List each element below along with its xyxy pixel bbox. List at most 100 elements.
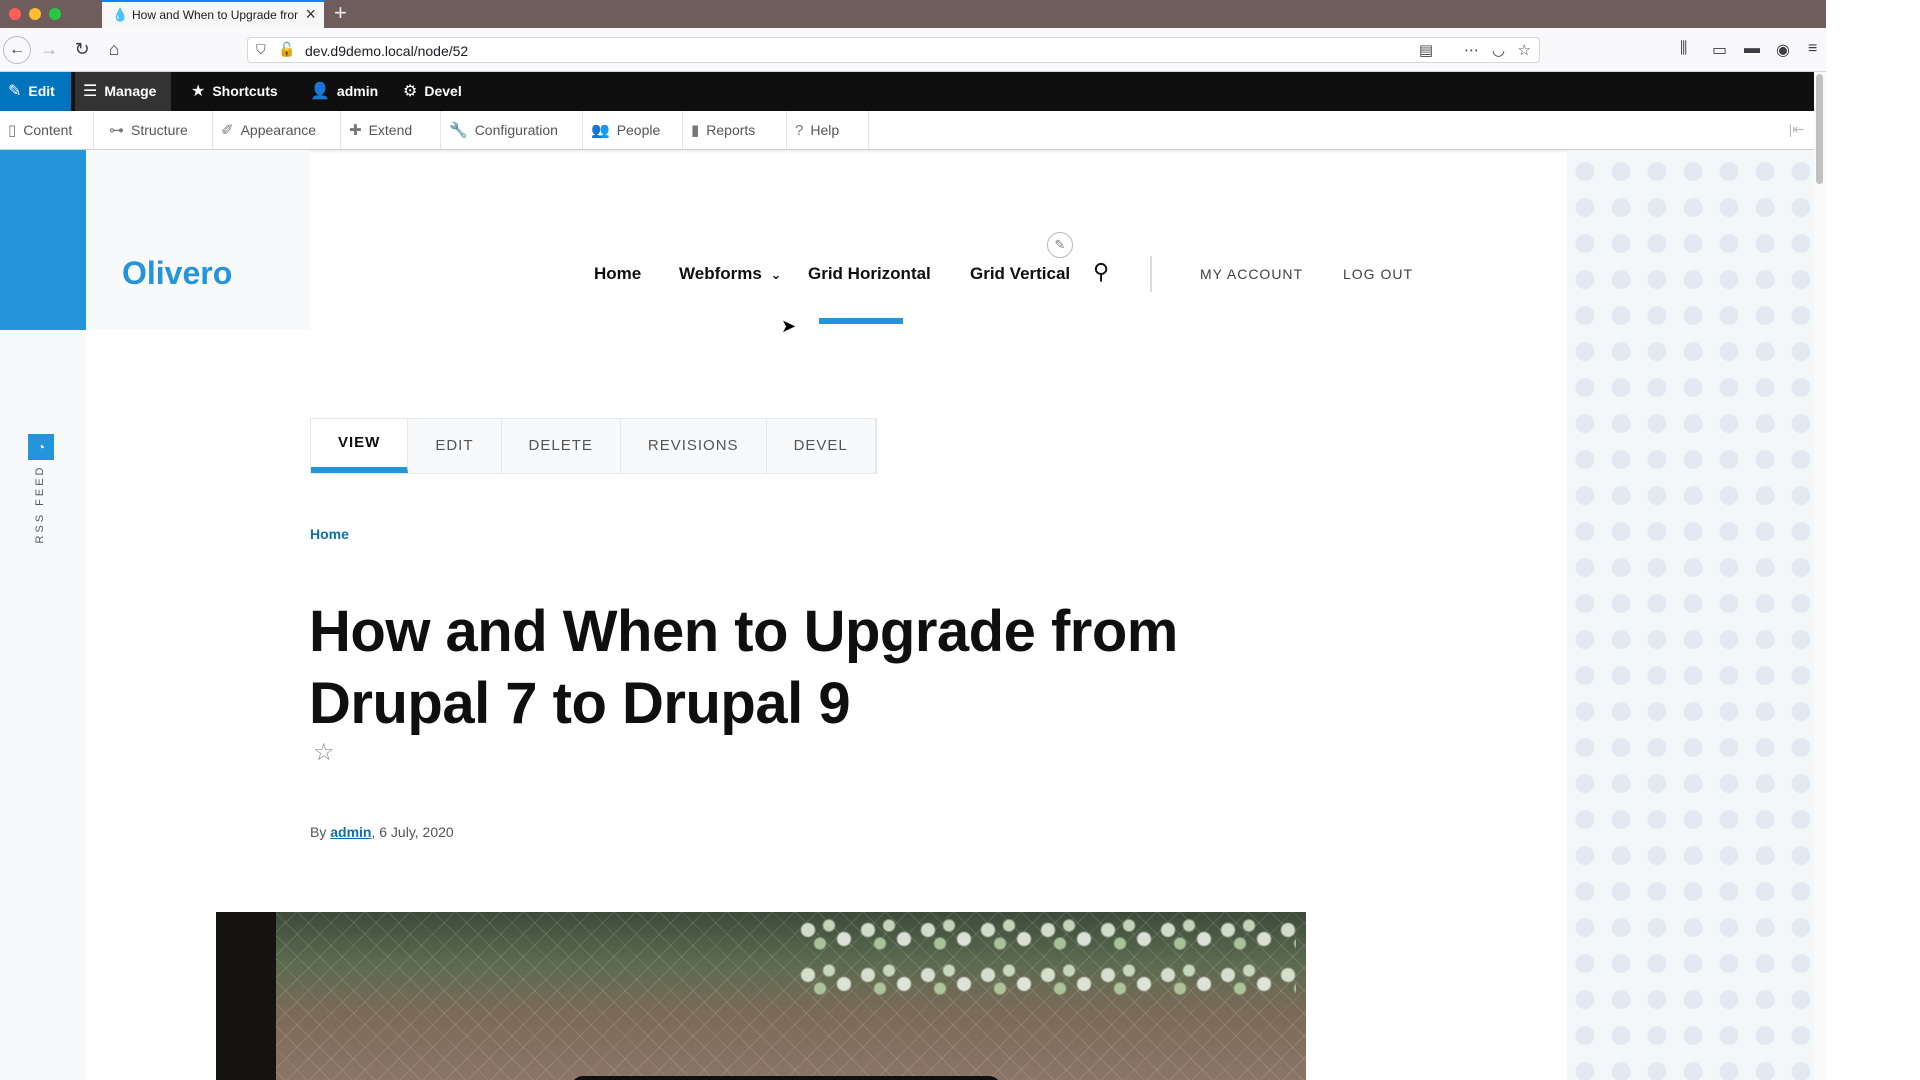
outer-margin	[1826, 0, 1920, 1080]
tracking-shield-icon[interactable]: ⛉	[256, 42, 266, 58]
close-tab-icon[interactable]: ×	[305, 4, 316, 25]
tray-item-label: Reports	[706, 122, 756, 138]
bookmark-star-icon[interactable]: ☆	[1518, 41, 1531, 59]
close-window-button[interactable]	[9, 8, 21, 20]
header-accent-block	[0, 150, 86, 330]
admin-toolbar: ✎ Edit ☰ Manage ★ Shortcuts 👤 admin ⚙ Devel	[0, 72, 1814, 111]
tray-item-configuration[interactable]: 🔧 Configuration	[441, 111, 583, 149]
user-tab[interactable]: 👤 admin	[302, 72, 378, 111]
url-bar[interactable]: ⛉ 🔓 dev.d9demo.local/node/52 ▤ ⋯ ◡ ☆	[247, 37, 1540, 63]
page-scrollbar[interactable]	[1814, 72, 1826, 1080]
article-byline: By admin, 6 July, 2020	[310, 824, 454, 840]
tray-orientation-icon[interactable]: |⇤	[1789, 121, 1804, 138]
local-tasks-tabs: VIEW EDIT DELETE REVISIONS DEVEL	[310, 418, 877, 474]
pencil-icon: ✎	[8, 83, 22, 100]
contextual-edit-pencil-icon[interactable]: ✎	[1047, 232, 1073, 258]
browser-tab-bar: 💧 How and When to Upgrade from Drupal 7 …	[0, 0, 1920, 28]
tray-item-label: Configuration	[474, 122, 558, 138]
back-arrow-icon[interactable]: ←	[3, 36, 31, 64]
nav-home[interactable]: Home	[594, 264, 641, 284]
tray-item-people[interactable]: 👥 People	[583, 111, 683, 149]
home-icon[interactable]: ⌂	[101, 36, 127, 62]
edit-toggle-button[interactable]: ✎ Edit	[0, 72, 71, 111]
edit-label: Edit	[28, 83, 55, 99]
minimize-window-button[interactable]	[29, 8, 41, 20]
shortcuts-tab[interactable]: ★ Shortcuts	[183, 72, 278, 111]
nav-divider	[1150, 256, 1152, 292]
tray-item-label: Content	[23, 122, 73, 138]
tray-item-extend[interactable]: ✚ Extend	[341, 111, 441, 149]
user-label: admin	[336, 83, 379, 99]
container-icon[interactable]: ▬	[1744, 40, 1760, 58]
nav-my-account[interactable]: MY ACCOUNT	[1200, 266, 1303, 282]
paintbrush-icon: ✐	[221, 122, 234, 139]
shortcuts-label: Shortcuts	[212, 83, 278, 99]
url-text[interactable]: dev.d9demo.local/node/52	[305, 43, 468, 59]
active-nav-indicator	[819, 318, 903, 324]
tray-item-label: Appearance	[240, 122, 317, 138]
tray-item-help[interactable]: ? Help	[787, 111, 869, 149]
byline-prefix: By	[310, 824, 327, 840]
tray-item-structure[interactable]: ⊶ Structure	[101, 111, 213, 149]
new-tab-button[interactable]: +	[334, 0, 347, 26]
devel-label: Devel	[424, 83, 462, 99]
help-icon: ?	[795, 122, 804, 139]
drupal-drop-icon: 💧	[112, 7, 129, 22]
tab-devel[interactable]: DEVEL	[767, 419, 876, 473]
page-title: How and When to Upgrade from Drupal 7 to…	[309, 599, 1178, 736]
tab-edit[interactable]: EDIT	[408, 419, 502, 473]
tray-item-label: Help	[810, 122, 840, 138]
tray-item-reports[interactable]: ▮ Reports	[683, 111, 787, 149]
insecure-lock-icon[interactable]: 🔓	[278, 41, 295, 58]
reload-icon[interactable]: ↻	[69, 36, 95, 62]
tray-item-label: Structure	[131, 122, 188, 138]
people-icon: 👥	[591, 122, 610, 139]
logo-panel	[86, 150, 310, 330]
sitemap-icon: ⊶	[109, 122, 124, 139]
sign-shape	[571, 1076, 1001, 1080]
bookmark-star-icon[interactable]: ☆	[313, 738, 335, 767]
nav-log-out[interactable]: LOG OUT	[1343, 266, 1413, 282]
page-actions-icon[interactable]: ⋯	[1464, 41, 1479, 59]
manage-label: Manage	[104, 83, 157, 99]
site-logo[interactable]: Olivero	[122, 255, 232, 292]
star-icon: ★	[191, 83, 206, 100]
tab-view[interactable]: VIEW	[311, 419, 409, 473]
rss-feed-icon[interactable]: ◔	[28, 434, 54, 460]
user-icon: 👤	[310, 83, 330, 100]
search-icon[interactable]: ⚲	[1093, 259, 1109, 285]
mouse-cursor-icon: ➤	[781, 316, 797, 336]
tray-item-appearance[interactable]: ✐ Appearance	[213, 111, 341, 149]
nav-grid-vertical[interactable]: Grid Vertical	[970, 264, 1070, 284]
breadcrumb-home[interactable]: Home	[310, 526, 349, 542]
tab-revisions[interactable]: REVISIONS	[621, 419, 767, 473]
rss-feed-label[interactable]: RSS FEED	[34, 462, 46, 546]
pocket-icon[interactable]: ◡	[1492, 41, 1505, 59]
nav-grid-horizontal[interactable]: Grid Horizontal	[808, 264, 931, 284]
nav-webforms[interactable]: Webforms ⌄	[679, 264, 781, 284]
reader-view-icon[interactable]: ▤	[1419, 41, 1433, 59]
wrench-icon: 🔧	[449, 122, 468, 139]
maximize-window-button[interactable]	[49, 8, 61, 20]
bar-chart-icon: ▮	[691, 122, 700, 139]
tab-title: How and When to Upgrade from Drupal 7 to…	[132, 8, 298, 22]
manage-tab[interactable]: ☰ Manage	[75, 72, 171, 111]
hamburger-icon: ☰	[83, 83, 98, 100]
sidebar-icon[interactable]: ▭	[1712, 40, 1727, 60]
author-link[interactable]: admin	[330, 824, 371, 840]
browser-tab-active[interactable]: 💧 How and When to Upgrade from Drupal 7 …	[102, 0, 324, 28]
browser-navigation-bar: ← → ↻ ⌂ ⛉ 🔓 dev.d9demo.local/node/52 ▤ ⋯…	[0, 28, 1920, 72]
devel-tab[interactable]: ⚙ Devel	[395, 72, 462, 111]
tab-delete[interactable]: DELETE	[502, 419, 621, 473]
tray-item-content[interactable]: ▯ Content	[0, 111, 94, 149]
foliage	[796, 912, 1296, 1002]
scrollbar-thumb[interactable]	[1816, 74, 1823, 184]
nav-webforms-label: Webforms	[679, 264, 762, 283]
chevron-down-icon[interactable]: ⌄	[771, 267, 782, 282]
forward-arrow-icon[interactable]: →	[36, 36, 62, 62]
library-icon[interactable]: ⫼	[1680, 40, 1687, 58]
menu-icon[interactable]: ≡	[1808, 40, 1817, 58]
account-icon[interactable]: ◉	[1776, 40, 1790, 60]
gear-icon: ⚙	[403, 83, 418, 100]
article-hero-image	[216, 912, 1306, 1080]
